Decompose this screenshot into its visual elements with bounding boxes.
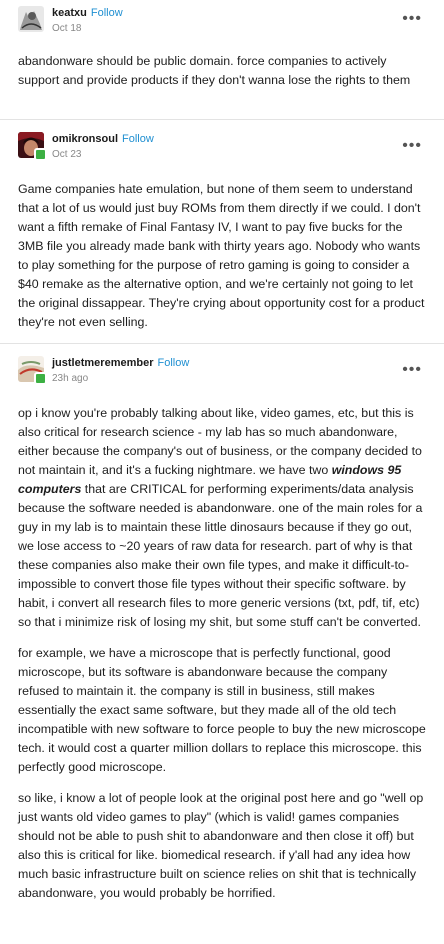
online-status-icon <box>34 148 47 161</box>
more-options-icon[interactable]: ••• <box>402 138 422 154</box>
post-body: op i know you're probably talking about … <box>0 404 444 903</box>
online-status-icon <box>34 372 47 385</box>
avatar[interactable] <box>18 356 47 385</box>
post-paragraph-2: for example, we have a microscope that i… <box>18 646 426 774</box>
avatar[interactable] <box>18 6 44 32</box>
name-line: justletmeremember Follow <box>52 356 189 370</box>
post-meta: justletmeremember Follow 23h ago <box>52 356 189 386</box>
post-body: abandonware should be public domain. for… <box>0 52 444 90</box>
post-meta: omikronsoul Follow Oct 23 <box>52 132 154 162</box>
post-date[interactable]: Oct 23 <box>52 148 154 162</box>
avatar-image <box>18 6 44 32</box>
follow-button[interactable]: Follow <box>91 7 123 19</box>
more-options-icon[interactable]: ••• <box>402 11 422 27</box>
post-date[interactable]: 23h ago <box>52 372 189 386</box>
post-date[interactable]: Oct 18 <box>52 22 123 36</box>
username[interactable]: omikronsoul <box>52 133 118 145</box>
follow-button[interactable]: Follow <box>122 133 154 145</box>
username[interactable]: keatxu <box>52 7 87 19</box>
post-header: omikronsoul Follow Oct 23 <box>0 120 444 162</box>
avatar[interactable] <box>18 132 47 161</box>
post-omikronsoul: omikronsoul Follow Oct 23 ••• Game compan… <box>0 120 444 344</box>
name-line: keatxu Follow <box>52 6 123 20</box>
follow-button[interactable]: Follow <box>158 357 190 369</box>
post-paragraph-1: op i know you're probably talking about … <box>18 404 426 632</box>
post-header: keatxu Follow Oct 18 <box>0 0 444 36</box>
post-keatxu: keatxu Follow Oct 18 ••• abandonware shou… <box>0 0 444 120</box>
name-line: omikronsoul Follow <box>52 132 154 146</box>
post-meta: keatxu Follow Oct 18 <box>52 6 123 36</box>
post-paragraph: abandonware should be public domain. for… <box>18 54 411 87</box>
text-segment: that are CRITICAL for performing experim… <box>18 482 423 629</box>
post-header: justletmeremember Follow 23h ago <box>0 344 444 386</box>
post-justletmeremember: justletmeremember Follow 23h ago ••• op i… <box>0 344 444 903</box>
username[interactable]: justletmeremember <box>52 357 154 369</box>
post-paragraph-3: so like, i know a lot of people look at … <box>18 791 424 900</box>
more-options-icon[interactable]: ••• <box>402 362 422 378</box>
post-body: Game companies hate emulation, but none … <box>0 180 444 332</box>
post-paragraph: Game companies hate emulation, but none … <box>18 182 425 329</box>
